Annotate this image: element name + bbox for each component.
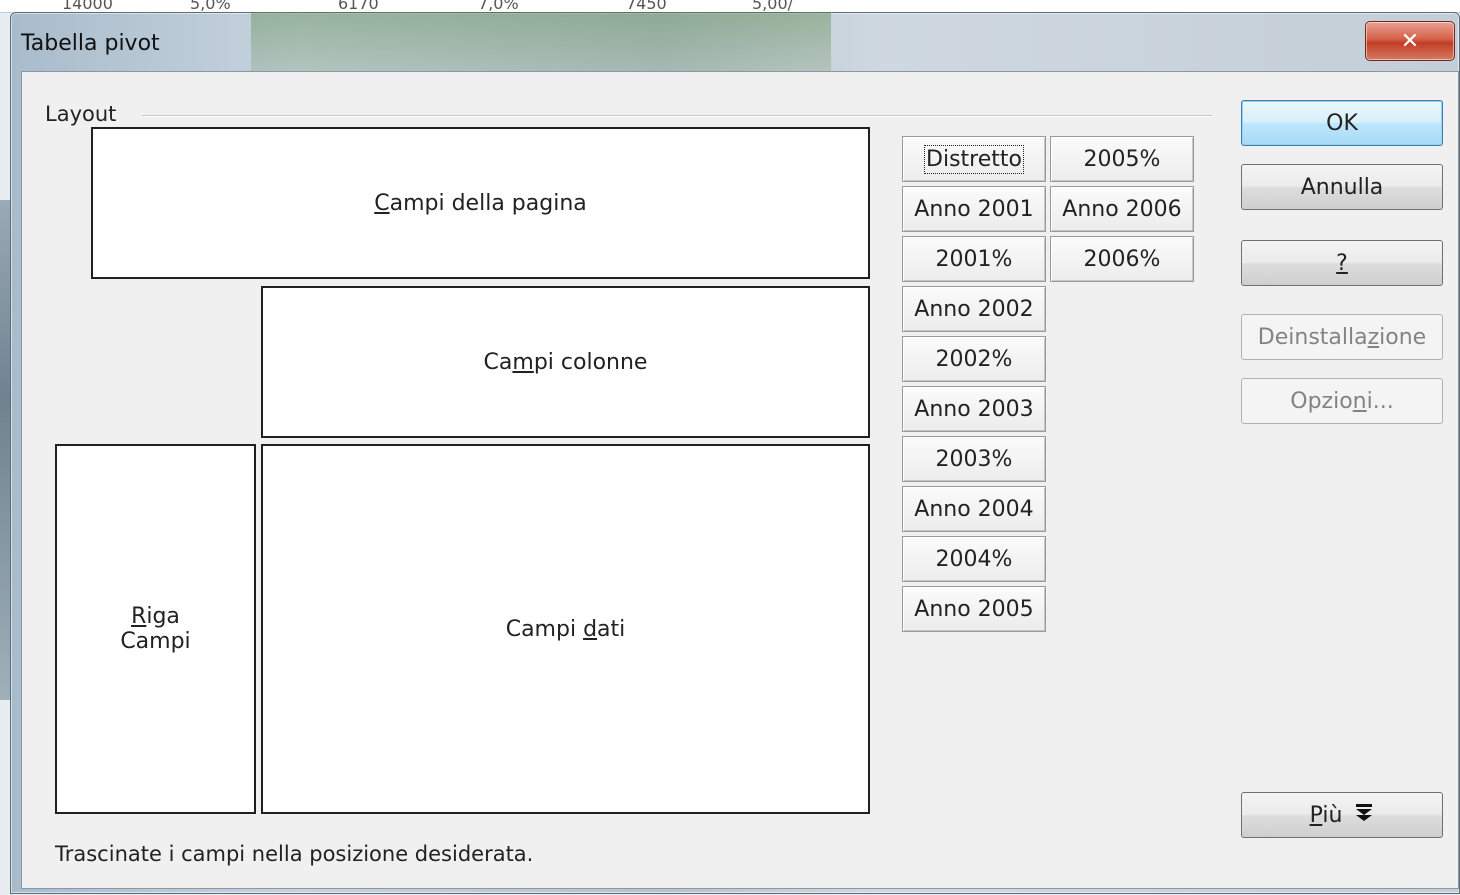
data-fields-zone[interactable]: Campi dati <box>261 444 870 814</box>
data-fields-label: Campi dati <box>505 616 626 642</box>
ok-label: OK <box>1326 110 1358 136</box>
field-label: Anno 2002 <box>914 296 1034 322</box>
cancel-label: Annulla <box>1300 174 1384 200</box>
field-button-distretto[interactable]: Distretto <box>902 136 1046 182</box>
row-fields-zone[interactable]: Riga Campi <box>55 444 256 814</box>
field-button-2002-pct[interactable]: 2002% <box>902 336 1046 382</box>
more-button[interactable]: Più <box>1241 792 1443 838</box>
page-fields-label: Campi della pagina <box>374 190 587 216</box>
dialog-body: Layout Campi della pagina Campi colonne … <box>21 71 1459 889</box>
field-label: Anno 2004 <box>914 496 1034 522</box>
row-fields-label-line2: Campi <box>120 629 191 654</box>
field-button-anno-2006[interactable]: Anno 2006 <box>1050 186 1194 232</box>
more-label: Più <box>1309 802 1343 828</box>
window-title: Tabella pivot <box>21 31 160 56</box>
title-bar-glass <box>251 13 831 71</box>
close-button[interactable]: ✕ <box>1365 21 1455 61</box>
row-fields-label-line1: Riga <box>131 604 180 629</box>
field-label: Anno 2003 <box>914 396 1034 422</box>
remove-label: Deinstallazione <box>1257 324 1427 350</box>
layout-frame-label: Layout <box>45 102 125 126</box>
field-button-2003-pct[interactable]: 2003% <box>902 436 1046 482</box>
field-button-anno-2004[interactable]: Anno 2004 <box>902 486 1046 532</box>
double-chevron-down-icon <box>1354 803 1374 827</box>
field-label: Anno 2005 <box>914 596 1034 622</box>
title-bar[interactable]: Tabella pivot ✕ <box>11 13 1459 71</box>
field-label: 2005% <box>1083 146 1161 172</box>
field-label: Anno 2006 <box>1062 196 1182 222</box>
field-button-2004-pct[interactable]: 2004% <box>902 536 1046 582</box>
field-button-anno-2001[interactable]: Anno 2001 <box>902 186 1046 232</box>
column-fields-label: Campi colonne <box>483 349 648 375</box>
options-button[interactable]: Opzioni... <box>1241 378 1443 424</box>
field-label: 2001% <box>935 246 1013 272</box>
field-label: 2003% <box>935 446 1013 472</box>
help-button[interactable]: ? <box>1241 240 1443 286</box>
pivot-table-dialog: Tabella pivot ✕ Layout Campi della pagin… <box>10 12 1460 894</box>
field-label: Anno 2001 <box>914 196 1034 222</box>
close-icon: ✕ <box>1400 28 1420 54</box>
layout-frame-line <box>142 115 1212 116</box>
column-fields-zone[interactable]: Campi colonne <box>261 286 870 438</box>
help-label: ? <box>1336 250 1348 276</box>
field-label: 2006% <box>1083 246 1161 272</box>
field-button-2006-pct[interactable]: 2006% <box>1050 236 1194 282</box>
options-label: Opzioni... <box>1290 388 1394 414</box>
field-button-anno-2003[interactable]: Anno 2003 <box>902 386 1046 432</box>
field-button-2001-pct[interactable]: 2001% <box>902 236 1046 282</box>
drag-hint-text: Trascinate i campi nella posizione desid… <box>55 842 534 866</box>
field-label: 2002% <box>935 346 1013 372</box>
field-button-anno-2005[interactable]: Anno 2005 <box>902 586 1046 632</box>
page-fields-zone[interactable]: Campi della pagina <box>91 127 870 279</box>
cancel-button[interactable]: Annulla <box>1241 164 1443 210</box>
field-label: 2004% <box>935 546 1013 572</box>
remove-button[interactable]: Deinstallazione <box>1241 314 1443 360</box>
field-button-2005-pct[interactable]: 2005% <box>1050 136 1194 182</box>
ok-button[interactable]: OK <box>1241 100 1443 146</box>
field-button-anno-2002[interactable]: Anno 2002 <box>902 286 1046 332</box>
field-label: Distretto <box>924 144 1024 174</box>
